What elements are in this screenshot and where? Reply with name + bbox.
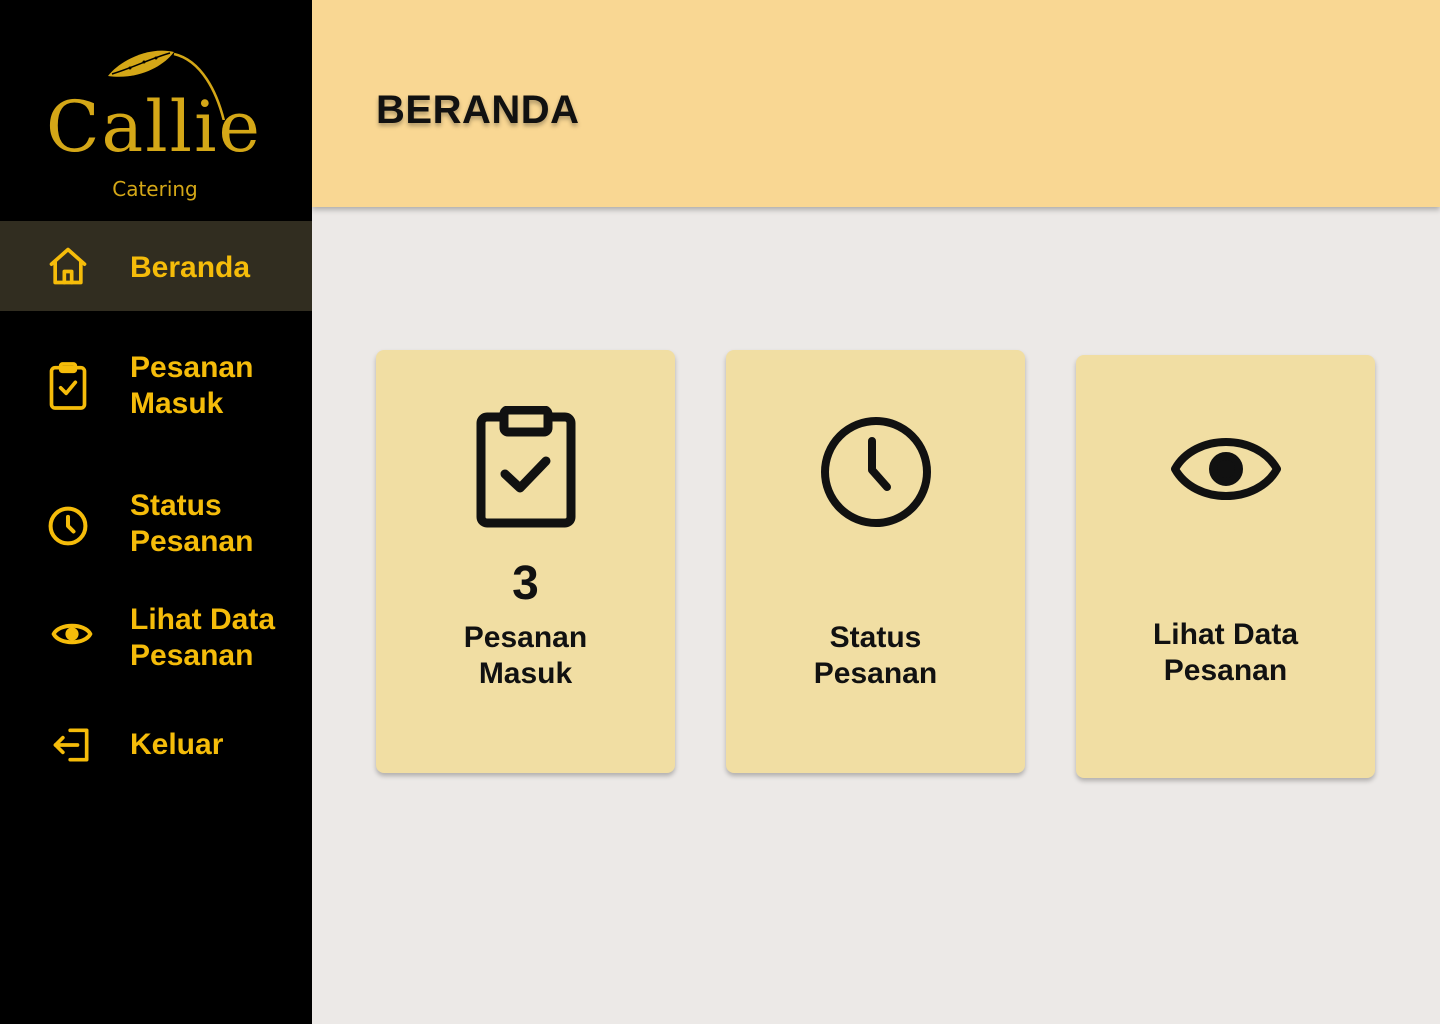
sidebar-item-label: Keluar: [130, 728, 224, 761]
card-label: Lihat Data Pesanan: [1152, 618, 1299, 687]
card-pesanan-masuk[interactable]: 3 Pesanan Masuk: [376, 350, 675, 773]
card-lihat-data-pesanan[interactable]: Lihat Data Pesanan: [1076, 355, 1375, 778]
clipboard-check-icon: [376, 406, 675, 528]
home-icon: [46, 244, 90, 288]
eye-icon: [1076, 429, 1375, 509]
page-title: BERANDA: [376, 88, 580, 132]
pesanan-masuk-count: 3: [512, 557, 539, 610]
logout-icon: [46, 723, 98, 767]
sidebar-item-label: Status Pesanan: [130, 489, 254, 558]
clock-icon: [46, 504, 90, 548]
card-label: Pesanan Masuk: [463, 621, 588, 690]
page-header: BERANDA: [312, 0, 1440, 207]
sidebar-item-status-pesanan[interactable]: Status Pesanan: [0, 478, 312, 578]
brand-tagline: Catering: [112, 177, 198, 201]
sidebar-item-label: Lihat Data Pesanan: [130, 603, 276, 672]
sidebar-item-label: Beranda: [130, 251, 251, 284]
sidebar-item-lihat-data-pesanan[interactable]: Lihat Data Pesanan: [0, 592, 312, 692]
sidebar-item-label: Pesanan Masuk: [130, 351, 254, 420]
brand-name: Callie: [46, 86, 262, 168]
card-status-pesanan[interactable]: Status Pesanan: [726, 350, 1025, 773]
sidebar: Callie Catering Beranda Pesanan Masuk St…: [0, 0, 312, 1024]
sidebar-item-pesanan-masuk[interactable]: Pesanan Masuk: [0, 340, 312, 440]
clock-icon: [726, 416, 1025, 528]
clipboard-check-icon: [46, 362, 90, 410]
eye-icon: [46, 612, 98, 656]
brand-logo: Callie Catering: [0, 0, 312, 220]
card-label: Status Pesanan: [813, 621, 938, 690]
sidebar-item-keluar[interactable]: Keluar: [0, 715, 312, 775]
sidebar-item-beranda[interactable]: Beranda: [0, 221, 312, 311]
